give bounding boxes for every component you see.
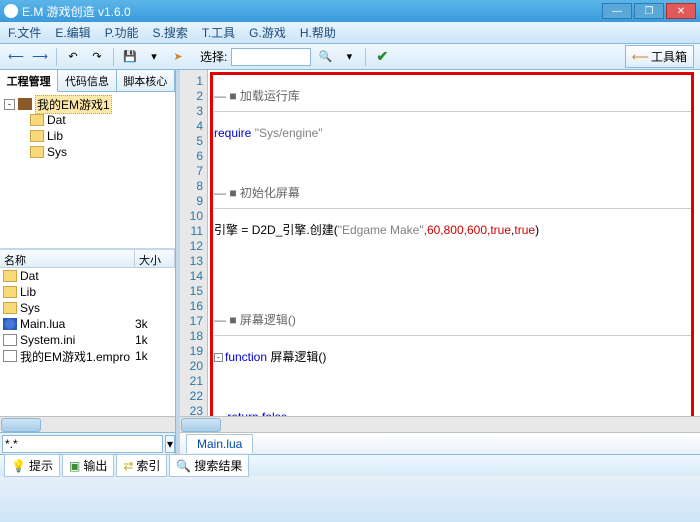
file-row[interactable]: System.ini1k bbox=[0, 332, 175, 348]
tab-codeinfo[interactable]: 代码信息 bbox=[58, 70, 116, 91]
col-size[interactable]: 大小 bbox=[135, 250, 175, 267]
code-area[interactable]: 1234567891011121314151617181920212223242… bbox=[180, 70, 700, 416]
menu-help[interactable]: H.帮助 bbox=[300, 24, 336, 41]
folder-icon bbox=[30, 146, 44, 158]
menu-edit[interactable]: E.编辑 bbox=[55, 24, 90, 41]
tab-index[interactable]: ⇄索引 bbox=[116, 454, 167, 477]
search-icon[interactable]: 🔍 bbox=[315, 47, 335, 67]
menu-file[interactable]: F.文件 bbox=[8, 24, 41, 41]
fold-icon[interactable]: - bbox=[214, 353, 223, 362]
select-input[interactable] bbox=[231, 48, 311, 66]
filter-dropdown-icon[interactable]: ▾ bbox=[165, 435, 175, 453]
tree-node-dat[interactable]: Dat bbox=[4, 112, 171, 128]
app-icon bbox=[4, 4, 18, 18]
undo-icon[interactable]: ↶ bbox=[63, 47, 83, 67]
editor-hscroll[interactable] bbox=[180, 416, 700, 432]
maximize-button[interactable]: ❐ bbox=[634, 3, 664, 19]
dropdown-icon[interactable]: ▾ bbox=[339, 47, 359, 67]
left-panel: 工程管理 代码信息 脚本核心 - 我的EM游戏1 Dat Lib Sys bbox=[0, 70, 176, 454]
tab-search-results[interactable]: 🔍搜索结果 bbox=[169, 454, 249, 477]
file-row[interactable]: Sys bbox=[0, 300, 175, 316]
tree-root[interactable]: - 我的EM游戏1 bbox=[4, 96, 171, 112]
file-row[interactable]: Lib bbox=[0, 284, 175, 300]
main-area: 工程管理 代码信息 脚本核心 - 我的EM游戏1 Dat Lib Sys bbox=[0, 70, 700, 454]
menu-func[interactable]: P.功能 bbox=[105, 24, 139, 41]
file-icon bbox=[3, 270, 17, 282]
menu-search[interactable]: S.搜索 bbox=[152, 24, 187, 41]
file-icon bbox=[3, 334, 17, 346]
bottom-tabs: 💡提示 ▣输出 ⇄索引 🔍搜索结果 bbox=[0, 454, 700, 476]
window-title: E.M 游戏创造 v1.6.0 bbox=[22, 3, 131, 20]
forward-icon[interactable]: ⟶ bbox=[30, 47, 50, 67]
file-icon bbox=[3, 286, 17, 298]
tab-project[interactable]: 工程管理 bbox=[0, 70, 58, 92]
folder-icon bbox=[30, 130, 44, 142]
left-hscroll[interactable] bbox=[0, 416, 175, 432]
tool-icon[interactable]: ▾ bbox=[144, 47, 164, 67]
expand-icon[interactable]: - bbox=[4, 99, 15, 110]
file-icon bbox=[3, 302, 17, 314]
editor-panel: 1234567891011121314151617181920212223242… bbox=[180, 70, 700, 454]
project-tree[interactable]: - 我的EM游戏1 Dat Lib Sys bbox=[0, 92, 175, 248]
tab-output[interactable]: ▣输出 bbox=[62, 454, 114, 477]
file-row[interactable]: 我的EM游戏1.empro1k bbox=[0, 348, 175, 364]
tab-hint[interactable]: 💡提示 bbox=[4, 454, 60, 477]
col-name[interactable]: 名称 bbox=[0, 250, 135, 267]
editor-tabs: Main.lua bbox=[180, 432, 700, 454]
back-icon[interactable]: ⟵ bbox=[6, 47, 26, 67]
left-tabs: 工程管理 代码信息 脚本核心 bbox=[0, 70, 175, 92]
file-list[interactable]: DatLibSysMain.lua3kSystem.ini1k我的EM游戏1.e… bbox=[0, 268, 175, 416]
tab-script[interactable]: 脚本核心 bbox=[117, 70, 175, 91]
save-icon[interactable]: 💾 bbox=[120, 47, 140, 67]
close-button[interactable]: ✕ bbox=[666, 3, 696, 19]
tree-node-sys[interactable]: Sys bbox=[4, 144, 171, 160]
briefcase-icon bbox=[18, 98, 32, 110]
filter-input[interactable] bbox=[2, 435, 163, 453]
file-icon bbox=[3, 350, 17, 362]
toolbar: ⟵ ⟶ ↶ ↷ 💾 ▾ ➤ 选择: 🔍 ▾ ✔ ⟵工具箱 bbox=[0, 44, 700, 70]
menu-game[interactable]: G.游戏 bbox=[249, 24, 286, 41]
file-row[interactable]: Main.lua3k bbox=[0, 316, 175, 332]
run-icon[interactable]: ➤ bbox=[168, 47, 188, 67]
filter-bar: ▾ bbox=[0, 432, 175, 454]
tree-node-lib[interactable]: Lib bbox=[4, 128, 171, 144]
file-list-header: 名称 大小 bbox=[0, 250, 175, 268]
file-row[interactable]: Dat bbox=[0, 268, 175, 284]
menu-tool[interactable]: T.工具 bbox=[202, 24, 235, 41]
check-icon[interactable]: ✔ bbox=[372, 47, 392, 67]
line-gutter: 1234567891011121314151617181920212223242… bbox=[180, 70, 208, 416]
editor-tab-main[interactable]: Main.lua bbox=[186, 434, 253, 453]
status-bar bbox=[0, 476, 700, 522]
toolbox-button[interactable]: ⟵工具箱 bbox=[625, 45, 694, 68]
select-label: 选择: bbox=[200, 48, 227, 65]
titlebar: E.M 游戏创造 v1.6.0 — ❐ ✕ bbox=[0, 0, 700, 22]
folder-icon bbox=[30, 114, 44, 126]
file-icon bbox=[3, 318, 17, 330]
code-content[interactable]: — ■ 加载运行库 require "Sys/engine" — ■ 初始化屏幕… bbox=[208, 70, 700, 416]
menubar: F.文件 E.编辑 P.功能 S.搜索 T.工具 G.游戏 H.帮助 bbox=[0, 22, 700, 44]
minimize-button[interactable]: — bbox=[602, 3, 632, 19]
redo-icon[interactable]: ↷ bbox=[87, 47, 107, 67]
